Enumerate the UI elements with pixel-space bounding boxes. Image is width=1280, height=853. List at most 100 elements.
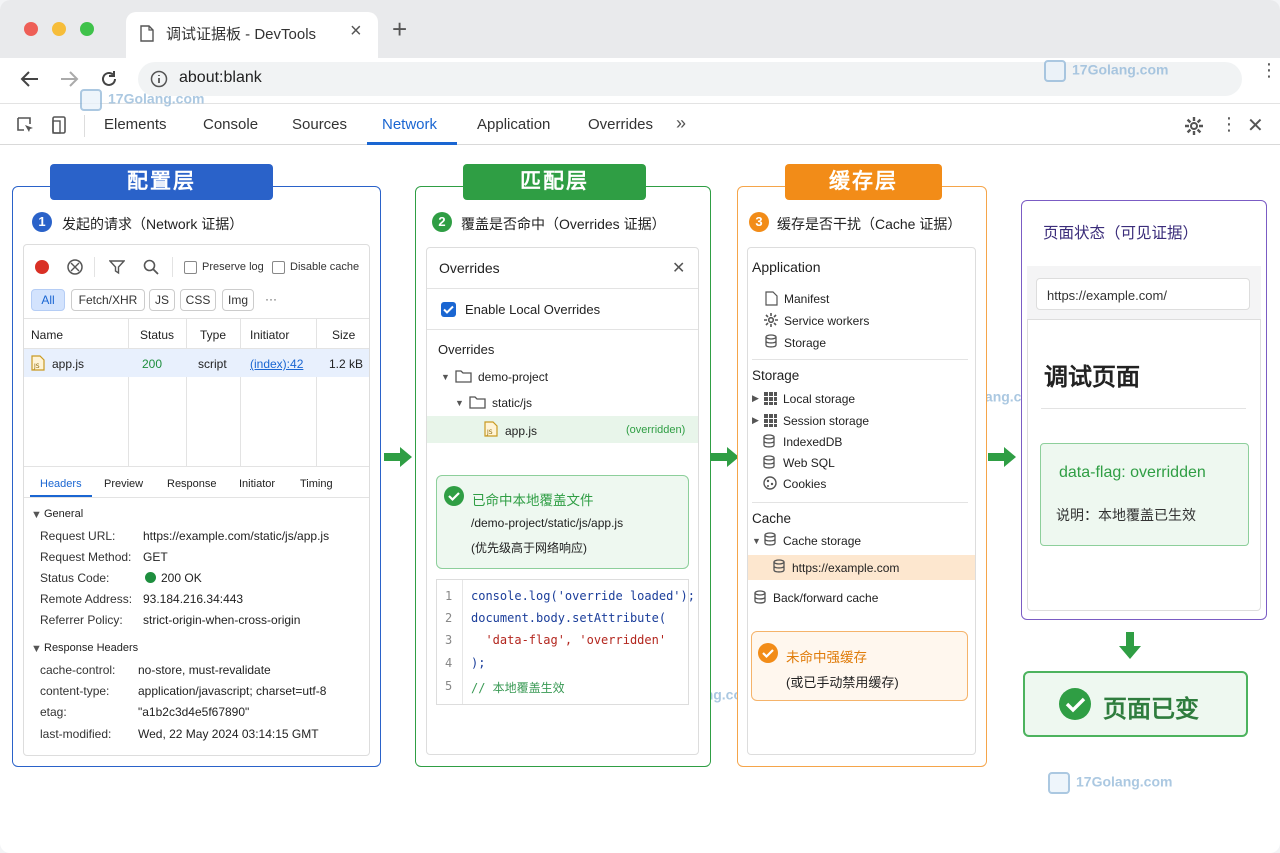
expand-icon[interactable]: ▼ (752, 536, 761, 546)
response-header-key: cache-control: (40, 663, 116, 677)
detail-tab-headers[interactable]: Headers (40, 478, 82, 490)
devtools-close-icon[interactable]: ✕ (1247, 113, 1264, 138)
bfcache-item[interactable]: Back/forward cache (773, 591, 878, 605)
col-type[interactable]: Type (200, 328, 226, 342)
layer2-title: 覆盖是否命中（Overrides 证据） (461, 216, 666, 232)
layer3-title: 缓存是否干扰（Cache 证据） (777, 216, 962, 232)
detail-tab-initiator[interactable]: Initiator (239, 478, 275, 490)
gear-icon (764, 313, 778, 327)
tab-sources[interactable]: Sources (292, 116, 347, 133)
back-icon[interactable] (20, 70, 40, 88)
cache-storage-item[interactable]: Cache storage (783, 534, 861, 548)
response-header-key: content-type: (40, 684, 110, 698)
detail-tab-timing[interactable]: Timing (300, 478, 333, 490)
row-status: 200 (142, 357, 163, 371)
storage-item-0[interactable]: Local storage (783, 392, 855, 406)
svg-text:JS: JS (486, 429, 493, 436)
storage-item-4[interactable]: Cookies (783, 477, 826, 491)
filter-css[interactable]: CSS (180, 289, 216, 311)
row-initiator-link[interactable]: (index):42 (250, 357, 303, 371)
js-file-icon: JS (484, 421, 498, 437)
expand-icon[interactable]: ▶ (752, 415, 759, 426)
tab-elements[interactable]: Elements (104, 116, 167, 133)
tab-close-icon[interactable]: × (350, 20, 362, 43)
minimize-window-button[interactable] (52, 22, 66, 36)
header-key: Status Code: (40, 571, 110, 585)
tree-static-js[interactable]: static/js (492, 396, 532, 410)
browser-menu-icon[interactable]: ⋮ (1260, 61, 1278, 79)
detail-tab-preview[interactable]: Preview (104, 478, 143, 490)
inspect-element-icon[interactable] (16, 116, 36, 136)
preview-url-field[interactable]: https://example.com/ (1036, 278, 1250, 310)
page-changed-text: 页面已变 (1103, 696, 1199, 723)
overrides-close-icon[interactable]: ✕ (672, 258, 685, 278)
record-icon[interactable] (35, 260, 49, 274)
data-flag-card (1040, 443, 1249, 546)
filter-js[interactable]: JS (149, 289, 175, 311)
tab-application[interactable]: Application (477, 116, 550, 133)
new-tab-button[interactable]: + (392, 14, 407, 45)
storage-item-2[interactable]: IndexedDB (783, 435, 842, 449)
app-item-manifest[interactable]: Manifest (784, 292, 829, 306)
document-icon (765, 291, 778, 306)
title-bar: 调试证据板 - DevTools × + (0, 0, 1280, 58)
header-value: 200 OK (161, 571, 202, 585)
expand-icon[interactable]: ▼ (441, 372, 450, 382)
database-icon (773, 559, 785, 573)
app-item-storage[interactable]: Storage (784, 336, 826, 350)
col-size[interactable]: Size (332, 328, 355, 342)
filter-img[interactable]: Img (222, 289, 254, 311)
more-tabs-icon[interactable]: » (676, 113, 686, 134)
reload-icon[interactable] (99, 69, 119, 89)
filter-fetch-xhr[interactable]: Fetch/XHR (71, 289, 145, 311)
col-status[interactable]: Status (140, 328, 174, 342)
data-flag-text: data-flag: overridden (1059, 464, 1206, 481)
device-toolbar-icon[interactable] (50, 115, 70, 135)
disable-cache-checkbox[interactable] (272, 261, 285, 274)
step-1-badge: 1 (32, 212, 52, 232)
forward-icon[interactable] (59, 70, 79, 88)
general-toggle-icon[interactable]: ▼ (31, 509, 42, 521)
code-line: ); (471, 656, 486, 670)
response-header-key: etag: (40, 705, 67, 719)
tab-network[interactable]: Network (382, 116, 437, 133)
code-line: // 本地覆盖生效 (471, 681, 565, 695)
database-icon (765, 334, 777, 348)
browser-window: 调试证据板 - DevTools × + about:blank ⋮ Eleme… (0, 0, 1280, 853)
enable-overrides-checkbox[interactable] (441, 302, 456, 317)
page-icon (140, 25, 154, 42)
response-headers-toggle-icon[interactable]: ▼ (31, 643, 42, 655)
browser-tab[interactable]: 调试证据板 - DevTools × (126, 12, 378, 58)
line-number: 4 (445, 656, 453, 670)
devtools-menu-icon[interactable]: ⋮ (1220, 114, 1238, 135)
expand-icon[interactable]: ▶ (752, 393, 759, 404)
page-state-title: 页面状态（可见证据） (1043, 225, 1199, 242)
settings-gear-icon[interactable] (1184, 116, 1204, 136)
expand-icon[interactable]: ▼ (455, 398, 464, 408)
preserve-log-checkbox[interactable] (184, 261, 197, 274)
storage-item-3[interactable]: Web SQL (783, 456, 835, 470)
response-header-value: no-store, must-revalidate (138, 663, 271, 677)
hit-title: 已命中本地覆盖文件 (472, 493, 594, 508)
tab-console[interactable]: Console (203, 116, 258, 133)
detail-tab-response[interactable]: Response (167, 478, 217, 490)
col-name[interactable]: Name (31, 328, 63, 342)
more-filters[interactable]: ··· (265, 292, 277, 306)
cache-miss-note: (或已手动禁用缓存) (786, 675, 899, 690)
storage-item-1[interactable]: Session storage (783, 414, 869, 428)
cache-label: Cache (752, 511, 792, 526)
overridden-tag: (overridden) (626, 424, 686, 436)
maximize-window-button[interactable] (80, 22, 94, 36)
tree-demo-project[interactable]: demo-project (478, 370, 548, 384)
database-icon (764, 532, 776, 546)
tab-overrides[interactable]: Overrides (588, 116, 653, 133)
close-window-button[interactable] (24, 22, 38, 36)
search-icon[interactable] (143, 259, 159, 275)
filter-icon[interactable] (109, 259, 125, 275)
col-initiator[interactable]: Initiator (250, 328, 289, 342)
code-line: 'data-flag', 'overridden' (471, 633, 667, 647)
clear-icon[interactable] (67, 259, 83, 275)
app-item-service-workers[interactable]: Service workers (784, 314, 869, 328)
page-heading: 调试页面 (1044, 364, 1140, 391)
filter-all[interactable]: All (31, 289, 65, 311)
